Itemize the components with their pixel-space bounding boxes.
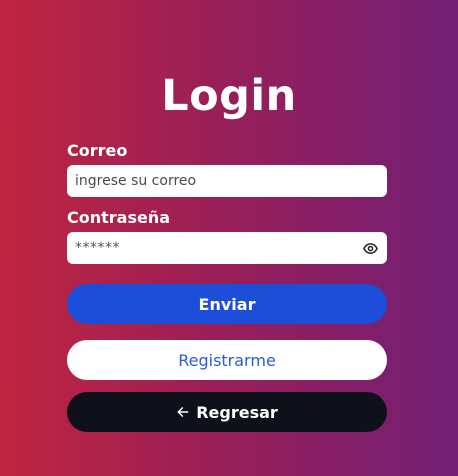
- password-label: Contraseña: [67, 208, 171, 227]
- back-button-label: Regresar: [196, 402, 278, 422]
- email-field[interactable]: [67, 165, 387, 197]
- send-button-label: Enviar: [198, 294, 256, 314]
- send-button[interactable]: Enviar: [67, 284, 387, 324]
- eye-icon[interactable]: [362, 240, 378, 256]
- password-field[interactable]: ******: [67, 232, 387, 264]
- arrow-left-icon: [176, 405, 190, 419]
- page-title: Login: [161, 71, 297, 121]
- register-button[interactable]: Registrarme: [67, 340, 387, 380]
- back-button[interactable]: Regresar: [67, 392, 387, 432]
- register-button-label: Registrarme: [178, 350, 276, 370]
- email-label: Correo: [67, 141, 128, 160]
- email-field-container[interactable]: [67, 165, 387, 197]
- password-value[interactable]: ******: [67, 240, 362, 256]
